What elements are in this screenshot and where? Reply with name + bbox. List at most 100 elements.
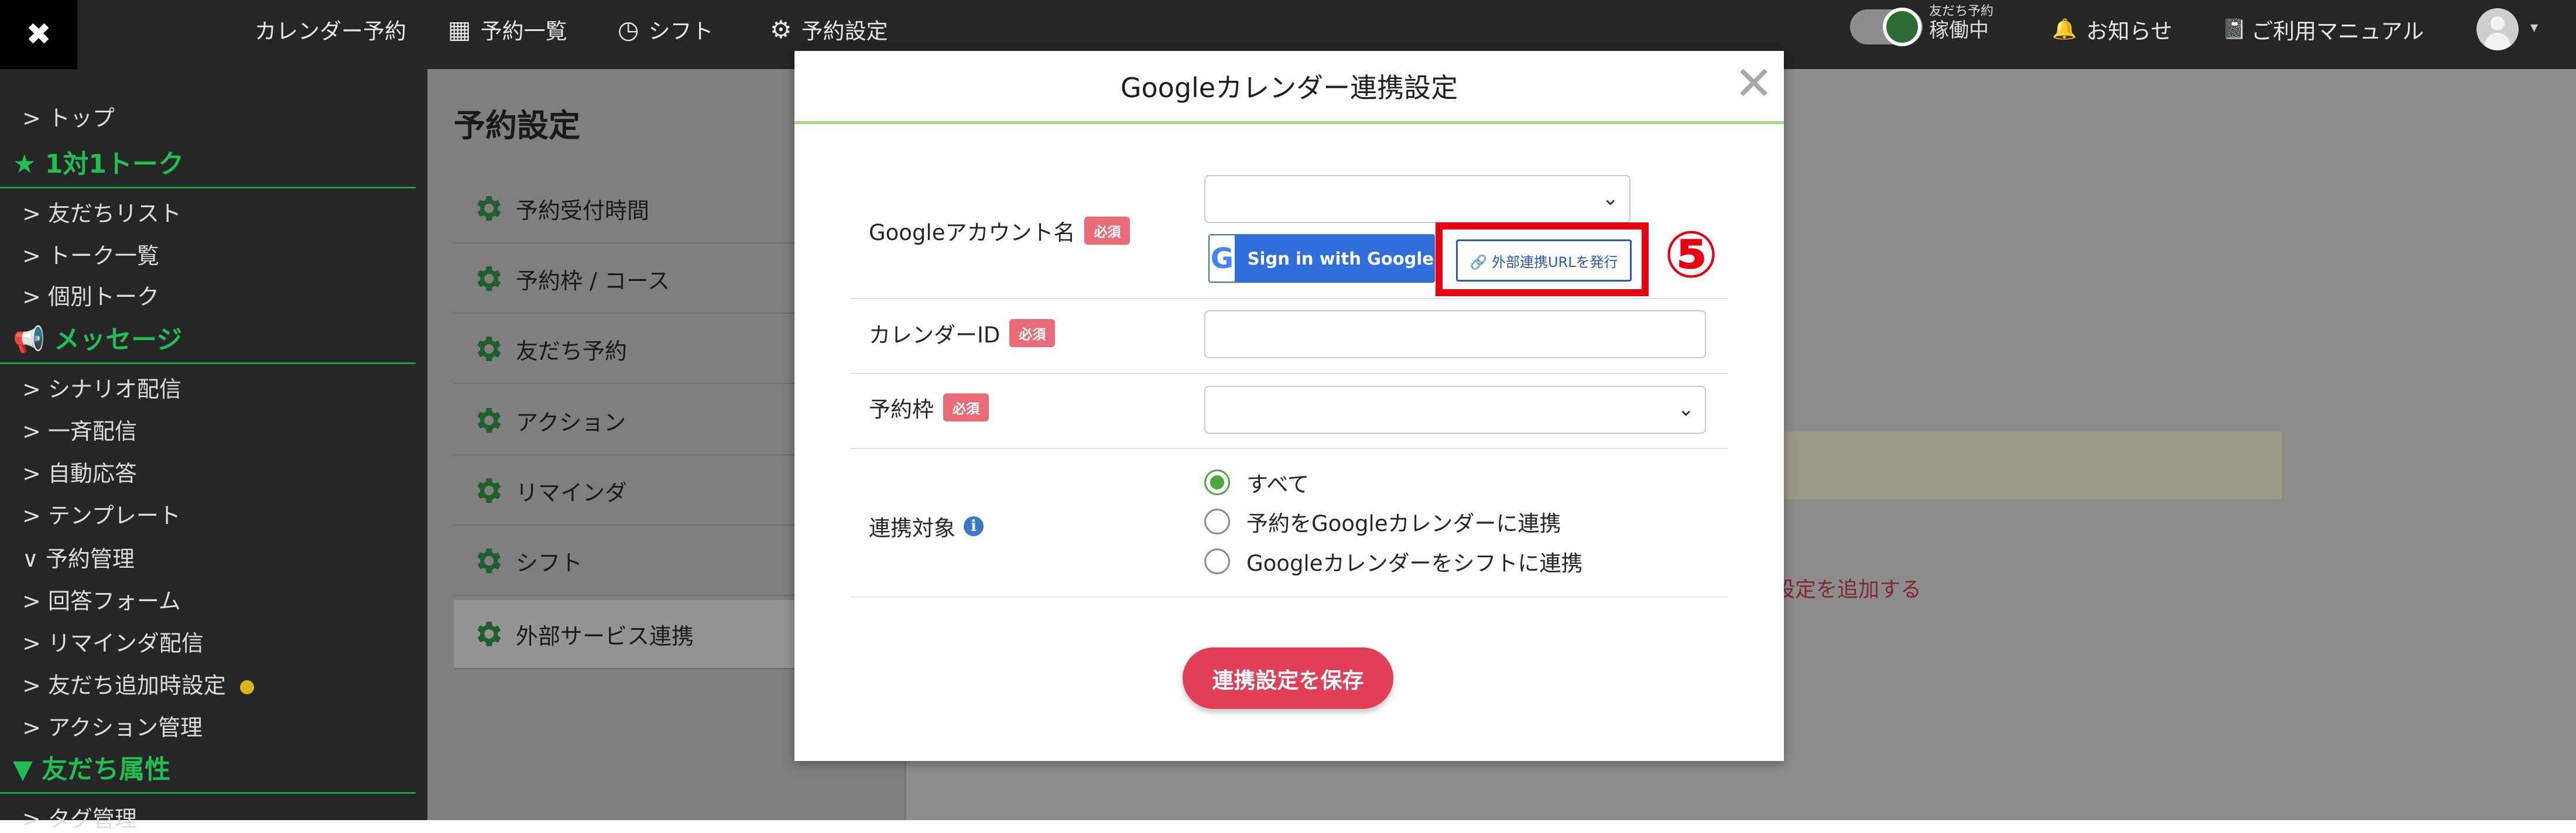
info-banner bbox=[1768, 430, 2283, 501]
avatar[interactable] bbox=[2476, 8, 2519, 50]
clock-icon: ◷ bbox=[618, 15, 639, 44]
gear-icon bbox=[477, 196, 501, 221]
toggle-status-label: 稼働中 bbox=[1929, 19, 1989, 43]
toggle-small-label: 友だち予約 bbox=[1929, 4, 1994, 19]
info-icon[interactable]: i bbox=[964, 516, 984, 536]
settings-menu-label: シフト bbox=[516, 550, 583, 576]
nav-calendar-reservation[interactable]: カレンダー予約 bbox=[255, 0, 406, 59]
sidebar-section-one-to-one: ★ 1対1トーク bbox=[13, 149, 184, 179]
gear-icon bbox=[477, 408, 501, 433]
required-badge: 必須 bbox=[1009, 319, 1056, 347]
sidebar-divider bbox=[0, 187, 416, 188]
close-icon[interactable]: ✖ bbox=[0, 0, 77, 69]
form-divider bbox=[850, 298, 1728, 299]
sidebar-item-reservation-management[interactable]: ∨ 予約管理 bbox=[22, 541, 135, 573]
chevron-down-icon: ⌄ bbox=[1602, 187, 1619, 211]
reservation-slot-select[interactable]: ⌄ bbox=[1204, 386, 1706, 434]
sidebar-item-reminder[interactable]: > リマインダ配信 bbox=[22, 625, 204, 657]
radio-checked-icon bbox=[1204, 469, 1230, 495]
sidebar-item-action-management[interactable]: > アクション管理 bbox=[22, 709, 203, 742]
sidebar-item-top[interactable]: > トップ bbox=[22, 100, 115, 132]
form-divider bbox=[850, 597, 1728, 598]
sync-target-label-group: 連携対象 i bbox=[869, 510, 984, 542]
settings-menu-label: 外部サービス連携 bbox=[516, 623, 694, 649]
sync-target-label: 連携対象 bbox=[869, 516, 955, 541]
nav-calendar-reservation-label: カレンダー予約 bbox=[255, 19, 406, 44]
sync-option-reservation-to-google[interactable]: 予約をGoogleカレンダーに連携 bbox=[1204, 506, 1561, 537]
toggle-knob bbox=[1883, 8, 1921, 46]
calendar-id-label-group: カレンダーID 必須 bbox=[869, 317, 1056, 349]
sidebar-section-message: 📢 メッセージ bbox=[13, 325, 183, 355]
gear-icon: ⚙ bbox=[770, 15, 792, 44]
sidebar-item-template[interactable]: > テンプレート bbox=[22, 498, 181, 530]
avatar-head bbox=[2491, 16, 2505, 30]
calendar-icon: ▦ bbox=[448, 15, 471, 44]
nav-shift-label: シフト bbox=[648, 19, 714, 44]
google-calendar-settings-modal: Googleカレンダー連携設定 ✕ Googleアカウント名 必須 ⌄ G Si… bbox=[794, 51, 1784, 761]
sign-in-with-google-label: Sign in with Google bbox=[1247, 248, 1434, 269]
sidebar-item-friend-list[interactable]: > 友だちリスト bbox=[22, 196, 181, 228]
toggle-status-text: 友だち予約 稼働中 bbox=[1929, 5, 1993, 42]
nav-reservation-list-label: 予約一覧 bbox=[480, 19, 567, 44]
sidebar-divider bbox=[0, 792, 416, 794]
google-account-select[interactable]: ⌄ bbox=[1204, 175, 1630, 223]
google-logo-icon: G bbox=[1210, 235, 1235, 282]
settings-menu-label: 予約枠 / コース bbox=[516, 268, 670, 294]
sidebar-item-scenario[interactable]: > シナリオ配信 bbox=[22, 371, 181, 403]
nav-notifications-label: お知らせ bbox=[2086, 19, 2173, 44]
slot-label: 予約枠 bbox=[869, 397, 934, 422]
gear-icon bbox=[477, 549, 501, 573]
modal-title: Googleカレンダー連携設定 bbox=[1120, 72, 1458, 104]
required-badge: 必須 bbox=[943, 393, 989, 421]
nav-notifications[interactable]: 🔔 お知らせ bbox=[2052, 0, 2173, 59]
form-divider bbox=[850, 448, 1728, 449]
nav-manual-label: ご利用マニュアル bbox=[2251, 19, 2424, 44]
nav-reservation-list[interactable]: ▦ 予約一覧 bbox=[448, 0, 567, 59]
required-badge: 必須 bbox=[1084, 217, 1131, 245]
notification-dot bbox=[239, 680, 254, 694]
nav-shift[interactable]: ◷ シフト bbox=[618, 0, 714, 59]
sidebar-item-friend-add-settings-label: > 友だち追加時設定 bbox=[22, 673, 226, 698]
reservation-status-toggle[interactable] bbox=[1850, 8, 1923, 46]
step-marker: ⑤ bbox=[1664, 217, 1719, 292]
sidebar-item-talk-list[interactable]: > トーク一覧 bbox=[22, 238, 159, 270]
page-title: 予約設定 bbox=[454, 107, 580, 144]
close-icon[interactable]: ✕ bbox=[1734, 60, 1773, 107]
sidebar-item-broadcast[interactable]: > 一斉配信 bbox=[22, 413, 137, 445]
radio-unchecked-icon bbox=[1204, 549, 1230, 574]
gear-icon bbox=[477, 622, 501, 646]
add-setting-link[interactable]: 設定を追加する bbox=[1774, 573, 1921, 603]
sidebar: > トップ ★ 1対1トーク > 友だちリスト > トーク一覧 > 個別トーク … bbox=[0, 69, 427, 832]
avatar-body bbox=[2485, 33, 2510, 50]
slot-label-group: 予約枠 必須 bbox=[869, 392, 989, 423]
sidebar-item-answer-form[interactable]: > 回答フォーム bbox=[22, 583, 181, 615]
gear-icon bbox=[477, 337, 501, 361]
sidebar-item-friend-add-settings[interactable]: > 友だち追加時設定 bbox=[22, 667, 254, 700]
modal-header: Googleカレンダー連携設定 bbox=[794, 51, 1784, 124]
form-divider bbox=[850, 373, 1728, 374]
chevron-down-icon: ⌄ bbox=[1677, 397, 1695, 421]
calendar-id-input[interactable] bbox=[1204, 310, 1706, 358]
annotation-highlight-box bbox=[1436, 222, 1649, 296]
nav-manual[interactable]: 📓 ご利用マニュアル bbox=[2222, 0, 2424, 59]
sidebar-item-auto-reply[interactable]: > 自動応答 bbox=[22, 455, 137, 488]
sign-in-with-google-button[interactable]: G Sign in with Google bbox=[1208, 234, 1435, 283]
settings-menu-label: 友だち予約 bbox=[516, 338, 628, 364]
radio-unchecked-icon bbox=[1204, 509, 1230, 534]
save-sync-settings-button[interactable]: 連携設定を保存 bbox=[1183, 647, 1393, 709]
nav-reservation-settings[interactable]: ⚙ 予約設定 bbox=[770, 0, 888, 59]
nav-reservation-settings-label: 予約設定 bbox=[801, 19, 888, 44]
sidebar-item-tag-management[interactable]: > タグ管理 bbox=[22, 801, 137, 833]
gear-icon bbox=[477, 266, 501, 291]
sync-option-google-to-shift[interactable]: Googleカレンダーをシフトに連携 bbox=[1204, 546, 1582, 577]
sync-option-label: すべて bbox=[1246, 472, 1309, 497]
chevron-down-icon[interactable]: ▾ bbox=[2530, 19, 2538, 36]
google-account-label-group: Googleアカウント名 必須 bbox=[869, 215, 1131, 246]
settings-menu-label: 予約受付時間 bbox=[516, 197, 650, 224]
calendar-id-label: カレンダーID bbox=[869, 323, 1001, 348]
bell-icon: 🔔 bbox=[2052, 18, 2077, 41]
sidebar-item-individual-talk[interactable]: > 個別トーク bbox=[22, 279, 159, 311]
sync-option-label: Googleカレンダーをシフトに連携 bbox=[1246, 551, 1583, 576]
sync-option-all[interactable]: すべて bbox=[1204, 467, 1309, 498]
settings-menu-label: アクション bbox=[516, 409, 626, 436]
